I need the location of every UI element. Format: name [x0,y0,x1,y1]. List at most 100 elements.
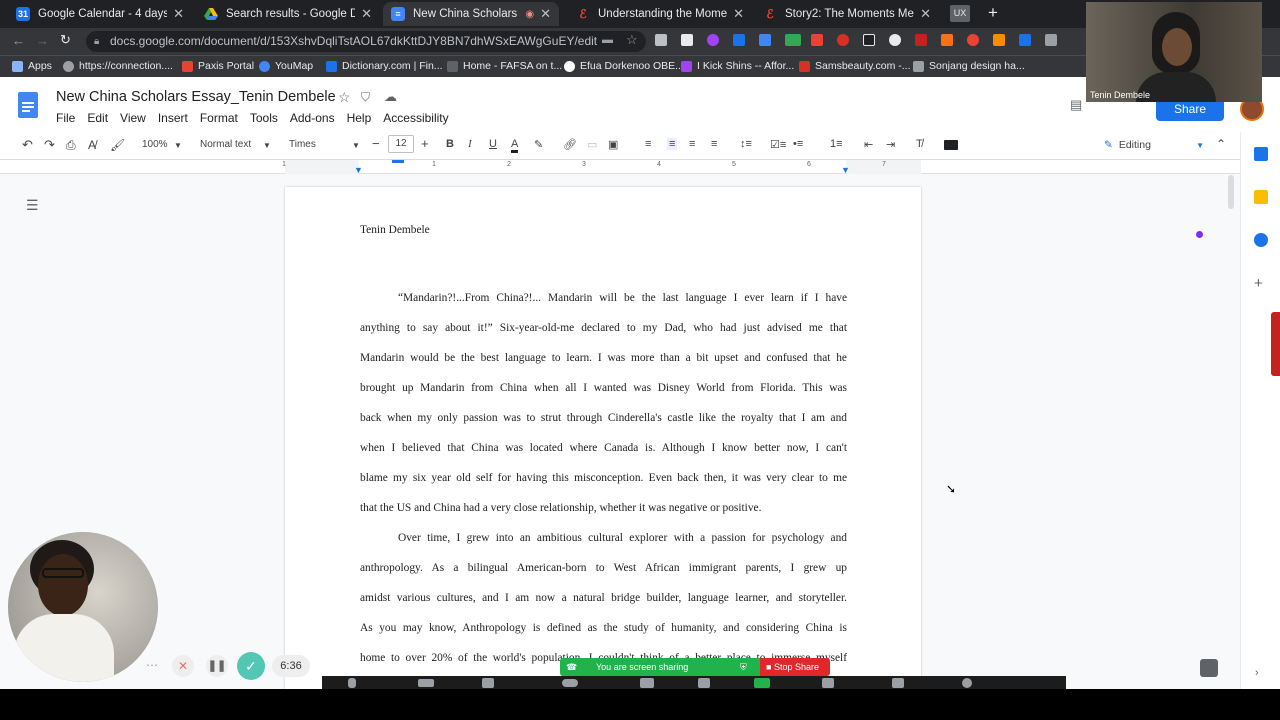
paint-format-icon[interactable]: 🖌︎ [110,138,125,152]
self-camera-bubble[interactable] [8,532,158,682]
justify-icon[interactable]: ≡ [711,138,717,150]
close-tab-icon[interactable]: ✕ [733,6,744,22]
docs-logo-icon[interactable] [18,92,38,118]
undo-icon[interactable]: ↶ [22,137,33,153]
microphone-icon[interactable] [348,678,356,688]
record-icon[interactable] [822,678,834,688]
scrollbar-thumb[interactable] [1228,175,1234,209]
keep-icon[interactable] [1254,190,1268,204]
underline-icon[interactable]: U [489,138,497,150]
extension-icon[interactable] [1045,34,1057,46]
bulleted-list-icon[interactable]: •≡ [793,138,803,150]
redo-icon[interactable]: ↷ [44,137,55,153]
expand-panel-icon[interactable]: › [1255,667,1259,679]
menu-help[interactable]: Help [347,111,372,125]
participants-icon[interactable] [562,679,578,687]
extension-icon[interactable] [655,34,667,46]
first-line-indent-marker[interactable] [392,160,404,163]
numbered-list-icon[interactable]: 1≡ [830,138,843,150]
collapse-toolbar-icon[interactable]: ⌃ [1216,137,1226,151]
extension-icon[interactable] [811,34,823,46]
extension-icon[interactable] [837,34,849,46]
increase-indent-icon[interactable]: ⇥ [886,138,895,151]
extension-icon[interactable] [915,34,927,46]
style-select[interactable]: Normal text [200,139,251,150]
extension-icon[interactable] [707,34,719,46]
right-indent-marker[interactable]: ▼ [841,165,850,175]
bookmark-item[interactable]: Samsbeauty.com -... [799,60,911,72]
menu-accessibility[interactable]: Accessibility [383,111,448,125]
reload-icon[interactable]: ↻ [60,32,71,48]
screenrec-tab[interactable] [1271,312,1280,376]
camera-icon[interactable]: ▬ [602,34,613,46]
browser-tab-understanding[interactable]: ℰ Understanding the Moments Me ✕ [568,2,752,26]
forward-icon[interactable]: → [36,33,49,48]
spellcheck-icon[interactable]: A̸ [88,138,96,152]
explore-icon[interactable] [1200,659,1218,677]
menu-edit[interactable]: Edit [87,111,108,125]
font-select[interactable]: Times [289,139,316,150]
font-size-input[interactable]: 12 [388,135,414,153]
editing-mode-select[interactable]: ✎ Editing ▼ [1104,135,1204,155]
bookmark-apps[interactable]: Apps [12,60,52,72]
text-color-icon[interactable]: A [511,138,519,153]
extension-icon[interactable] [967,34,979,46]
star-icon[interactable]: ☆ [626,32,638,48]
extra-tab-badge[interactable]: UX [950,5,970,22]
menu-addons[interactable]: Add-ons [290,111,335,125]
decrease-indent-icon[interactable]: ⇤ [864,138,873,151]
more-options-icon[interactable] [962,678,972,688]
bookmark-item[interactable]: Sonjang design ha... [913,60,1025,72]
finish-recording-button[interactable]: ✓ [237,652,265,680]
checklist-icon[interactable]: ☑≡ [770,138,786,151]
document-page[interactable]: Tenin Dembele “Mandarin?!...From China?!… [285,187,921,707]
decrease-font-size-button[interactable]: − [372,136,380,151]
menu-file[interactable]: File [56,111,75,125]
image-icon[interactable]: ▣ [608,138,618,151]
zoom-select[interactable]: 100% [142,139,168,150]
bookmark-item[interactable]: I Kick Shins -- Affor... [681,60,794,72]
bookmark-item[interactable]: Dictionary.com | Fin... [326,60,443,72]
video-icon[interactable] [418,679,434,687]
extension-icon[interactable] [1019,34,1031,46]
tasks-icon[interactable] [1254,233,1268,247]
extension-icon[interactable] [941,34,953,46]
back-icon[interactable]: ← [12,33,25,48]
document-outline-icon[interactable]: ☰ [26,197,39,214]
move-folder-icon[interactable]: ⛉ [361,90,370,105]
close-tab-icon[interactable]: ✕ [920,6,931,22]
chat-icon[interactable] [640,678,654,688]
add-addon-icon[interactable]: + [1254,275,1263,292]
document-title[interactable]: New China Scholars Essay_Tenin Dembele [56,89,336,105]
align-center-icon[interactable]: ≡ [667,138,678,150]
increase-font-size-button[interactable]: + [421,136,429,151]
extension-icon[interactable] [681,34,693,46]
browser-tab-drive[interactable]: Search results - Google Drive ✕ [196,2,380,26]
share-screen-icon[interactable] [754,678,770,688]
pause-recording-button[interactable]: ❚❚ [206,655,228,677]
cancel-recording-button[interactable]: ✕ [172,655,194,677]
input-tools-icon[interactable] [944,140,958,150]
highlight-icon[interactable]: ✎ [534,138,543,151]
more-icon[interactable]: ⋯ [146,658,158,672]
extension-icon[interactable] [889,34,901,46]
align-right-icon[interactable]: ≡ [689,138,695,150]
new-tab-button[interactable]: + [988,3,998,23]
bold-icon[interactable]: B [446,138,454,150]
comment-icon[interactable]: ▭ [587,138,597,151]
left-indent-marker[interactable]: ▼ [354,165,363,175]
security-icon[interactable] [482,678,494,688]
extension-icon[interactable] [785,34,801,46]
bookmark-item[interactable]: YouMap [259,60,313,72]
extension-icon[interactable] [993,34,1005,46]
browser-tab-docs[interactable]: ≡ New China Scholars Essay_Te ◉ ✕ [383,2,559,26]
menu-insert[interactable]: Insert [158,111,188,125]
extension-icon[interactable] [863,34,875,46]
align-left-icon[interactable]: ≡ [645,138,651,150]
extension-icon[interactable] [733,34,745,46]
comment-history-icon[interactable]: ▤ [1070,97,1082,113]
clear-formatting-icon[interactable]: T̸ [916,138,923,150]
stop-share-button[interactable]: ■ Stop Share [760,658,830,676]
bookmark-item[interactable]: Efua Dorkenoo OBE... [564,60,684,72]
bookmark-item[interactable]: Home - FAFSA on t... [447,60,562,72]
